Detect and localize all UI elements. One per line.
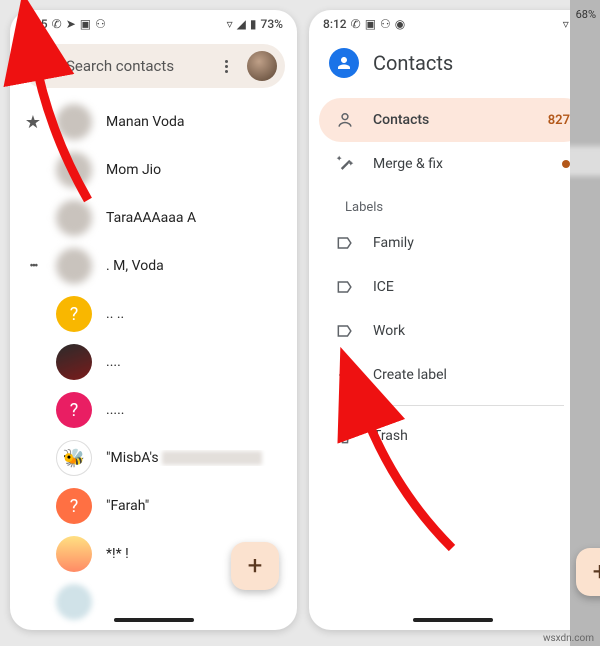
nav-label: Trash (373, 428, 408, 444)
label-work[interactable]: Work (319, 309, 586, 353)
nav-trash[interactable]: Trash (319, 414, 586, 458)
nav-contacts[interactable]: Contacts 827 (319, 98, 586, 142)
nav-count: 827 (548, 113, 570, 128)
nav-label: Family (373, 235, 414, 251)
contact-name: TaraAAAaaa A (106, 210, 283, 226)
contact-row[interactable]: ? .. .. (10, 290, 297, 338)
camera-icon: ▣ (365, 18, 376, 30)
contact-avatar (56, 440, 92, 476)
trash-icon (335, 426, 355, 446)
nav-label: Work (373, 323, 405, 339)
contact-row[interactable]: ? "Farah" (10, 482, 297, 530)
create-label-button[interactable]: Create label (319, 353, 586, 397)
hamburger-icon[interactable] (36, 59, 54, 73)
contact-name: .. .. (106, 306, 283, 322)
telegram-icon: ➤ (66, 18, 76, 30)
label-icon (335, 233, 355, 253)
contact-name: .... (106, 354, 283, 370)
search-bar[interactable]: Search contacts (22, 44, 285, 88)
status-time: 8:12 (323, 18, 347, 30)
signal-icon: ◢ (237, 18, 246, 30)
app-title: Contacts (373, 51, 453, 75)
phone-nav-drawer: 8:12 ✆ ▣ ⚇ ◉ ▿ ◢ Contacts Contacts 827 (309, 10, 596, 630)
contact-name: Manan Voda (106, 114, 283, 130)
statusbar-right: ▿ ◢ ▮ 73% (227, 18, 283, 30)
nav-label: ICE (373, 279, 394, 295)
star-icon: ★ (24, 112, 42, 133)
nav-label: Contacts (373, 112, 429, 128)
magic-wand-icon (335, 154, 355, 174)
nav-label: Create label (373, 367, 447, 383)
contacts-app-icon (329, 48, 359, 78)
labels-header: Labels (319, 186, 586, 221)
contact-name: "MisbA's (106, 450, 283, 466)
blurred-row (570, 146, 600, 176)
camera-icon: ▣ (80, 18, 91, 30)
add-contact-button[interactable]: + (576, 548, 600, 596)
contact-row[interactable]: TaraAAAaaa A (10, 194, 297, 242)
battery-icon: ▮ (250, 18, 257, 30)
label-family[interactable]: Family (319, 221, 586, 265)
divider (341, 405, 564, 406)
notification-dot-icon (562, 160, 570, 168)
contact-avatar (56, 248, 92, 284)
contact-row[interactable]: ? ..... (10, 386, 297, 434)
wifi-icon: ▿ (563, 18, 569, 30)
person-icon: ⚇ (380, 18, 391, 30)
contact-avatar (56, 152, 92, 188)
more-icon[interactable] (217, 60, 235, 73)
status-battery: 73% (261, 18, 283, 30)
messenger-icon: ◉ (395, 18, 405, 30)
search-input[interactable]: Search contacts (66, 57, 205, 75)
contact-avatar (56, 104, 92, 140)
wifi-icon: ▿ (227, 18, 233, 30)
ellipsis-rail: ••• (24, 259, 42, 274)
contact-avatar (56, 344, 92, 380)
whatsapp-icon: ✆ (52, 18, 62, 30)
person-outline-icon (335, 110, 355, 130)
statusbar-left: 6:45 ✆ ➤ ▣ ⚇ (24, 18, 106, 30)
phone-contacts-list: 6:45 ✆ ➤ ▣ ⚇ ▿ ◢ ▮ 73% Search contacts ★ (10, 10, 297, 630)
contact-avatar: ? (56, 296, 92, 332)
watermark: wsxdn.com (543, 633, 594, 644)
drawer-header: Contacts (309, 38, 596, 94)
contact-row[interactable]: "MisbA's (10, 434, 297, 482)
statusbar: 6:45 ✆ ➤ ▣ ⚇ ▿ ◢ ▮ 73% (10, 10, 297, 38)
contact-row[interactable]: ••• . M, Voda (10, 242, 297, 290)
contact-name: ..... (106, 402, 283, 418)
contact-row[interactable]: .... (10, 338, 297, 386)
status-time: 6:45 (24, 18, 48, 30)
contact-row[interactable]: Mom Jio (10, 146, 297, 194)
whatsapp-icon: ✆ (351, 18, 361, 30)
nav-label: Merge & fix (373, 156, 443, 172)
statusbar: 8:12 ✆ ▣ ⚇ ◉ ▿ ◢ (309, 10, 596, 38)
contact-name: "Farah" (106, 498, 283, 514)
contact-avatar (56, 200, 92, 236)
background-phone-edge: 68% + (570, 0, 600, 646)
contact-avatar: ? (56, 392, 92, 428)
nav-pill[interactable] (114, 618, 194, 622)
nav-drawer: Contacts 827 Merge & fix Labels Family I… (309, 94, 596, 458)
contact-name: Mom Jio (106, 162, 283, 178)
plus-icon (335, 365, 355, 385)
contact-avatar (56, 584, 92, 620)
label-icon (335, 321, 355, 341)
person-icon: ⚇ (95, 18, 106, 30)
label-ice[interactable]: ICE (319, 265, 586, 309)
nav-merge-fix[interactable]: Merge & fix (319, 142, 586, 186)
add-contact-button[interactable]: + (231, 542, 279, 590)
contact-avatar: ? (56, 488, 92, 524)
contact-name: . M, Voda (106, 258, 283, 274)
contact-row[interactable]: ? oDbye(SA... (10, 626, 297, 630)
contact-row[interactable]: ★ Manan Voda (10, 98, 297, 146)
statusbar-left: 8:12 ✆ ▣ ⚇ ◉ (323, 18, 405, 30)
nav-pill[interactable] (413, 618, 493, 622)
label-icon (335, 277, 355, 297)
contact-avatar (56, 536, 92, 572)
account-avatar[interactable] (247, 51, 277, 81)
status-battery: 68% (570, 0, 600, 28)
